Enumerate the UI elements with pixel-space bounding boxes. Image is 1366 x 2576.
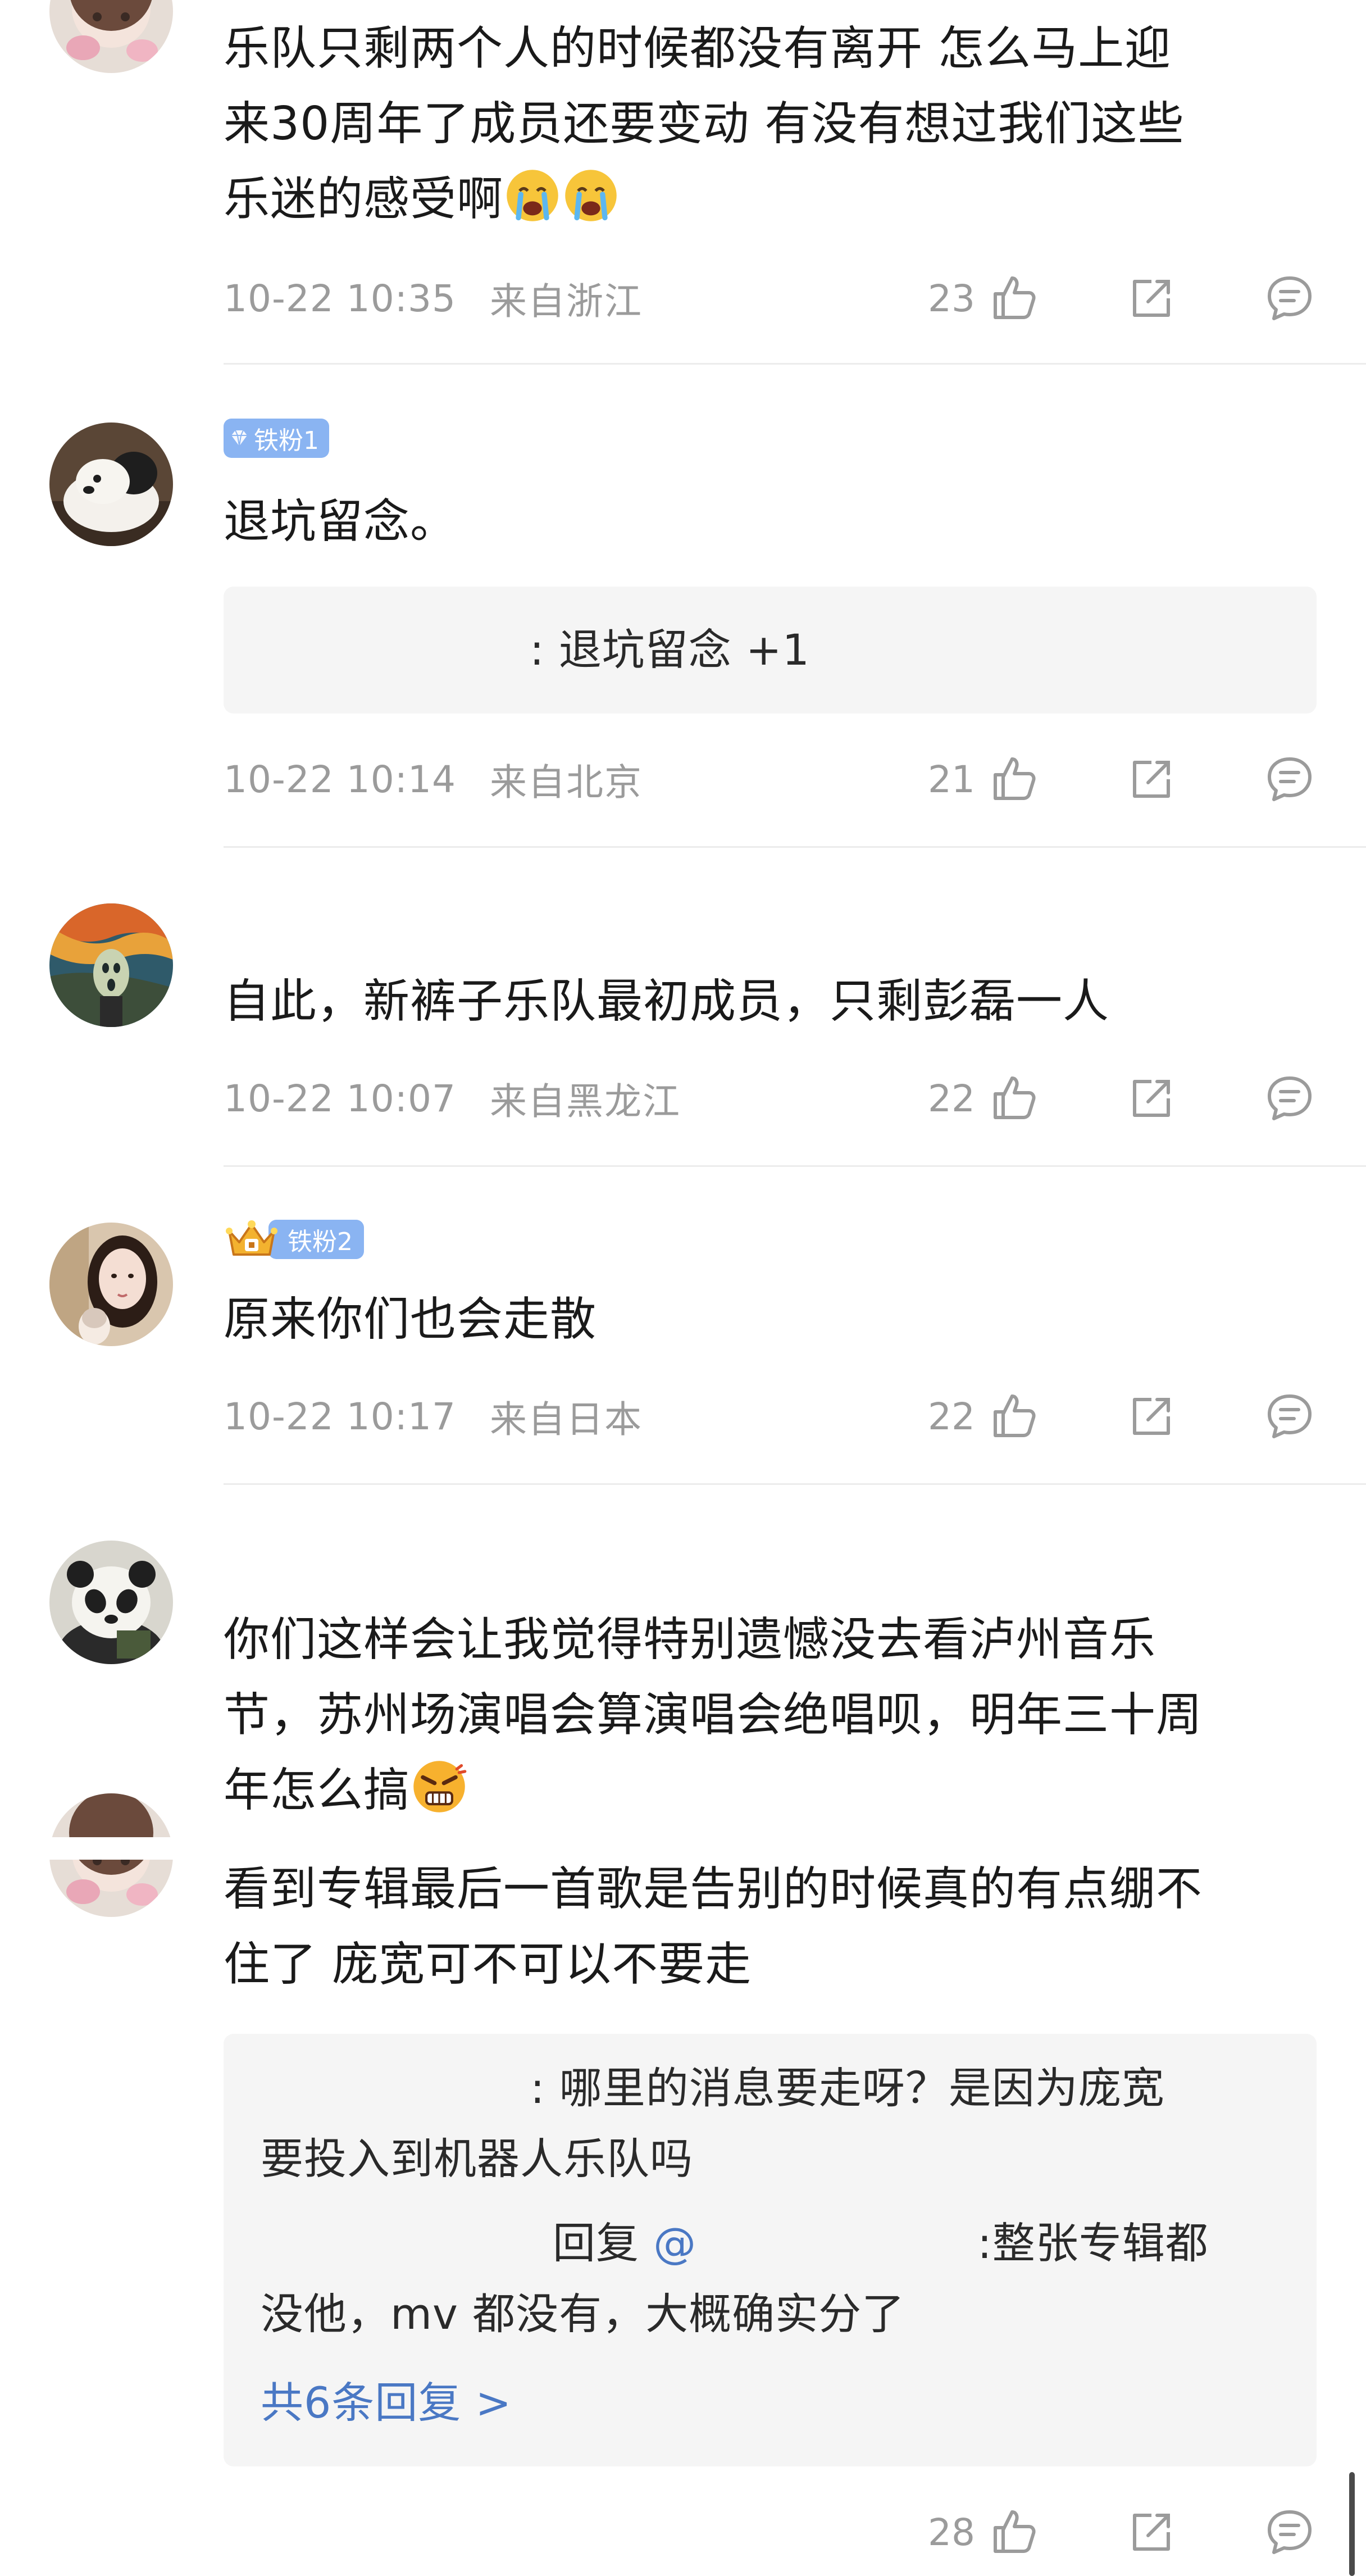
like-count: 21 [928,757,975,801]
like-button[interactable]: 22 [928,1071,1040,1125]
crying-face-icon [562,166,620,225]
comment-text: 乐队只剩两个人的时候都没有离开 怎么马上迎 来30周年了成员还要变动 有没有想过… [224,22,1185,226]
comment-icon[interactable] [1263,2505,1317,2559]
fan-badge-label: 铁粉2 [268,1220,364,1259]
like-count: 28 [928,2510,975,2554]
comment-icon[interactable] [1263,1071,1317,1125]
scrollbar[interactable] [1349,2472,1355,2576]
like-button[interactable]: 23 [928,271,1040,325]
like-count: 22 [928,1394,975,1438]
reply-text: : 退坑留念 +1 [530,625,810,675]
comment-text: 退坑留念。 [224,495,457,548]
comment-location: 来自浙江 [489,280,643,323]
comment-icon[interactable] [1263,752,1317,806]
comment-time: 10-22 10:17 [224,1394,456,1438]
comment-time: 10-22 10:35 [224,276,456,320]
avatar-woman[interactable] [49,1223,173,1346]
angry-face-icon [410,1757,468,1816]
fan-badge-label: 铁粉1 [254,426,319,455]
share-icon[interactable] [1124,271,1178,325]
comment-meta: 10-22 10:07 来自黑龙江 22 [224,1067,1317,1129]
like-button[interactable]: 21 [928,752,1040,806]
comment-location: 来自北京 [489,761,643,804]
reply-word: 回复 [553,2218,639,2268]
comment-time: 10-22 10:14 [224,757,456,801]
diamond-icon [228,427,251,449]
divider [224,363,1366,365]
comment-meta: 10-22 10:14 来自北京 21 [224,748,1317,810]
thumbs-up-icon [986,1071,1040,1125]
share-icon[interactable] [1124,1071,1178,1125]
divider [224,1165,1366,1167]
comment-icon[interactable] [1263,271,1317,325]
mention-link[interactable]: @ [653,2218,696,2268]
like-button[interactable]: 22 [928,1389,1040,1443]
more-replies-link[interactable]: 共6条回复 > [261,2368,512,2438]
thumbs-up-icon [986,271,1040,325]
reply-item-1[interactable]: : 哪里的消息要走呀？是因为庞宽 要投入到机器人乐队吗 [261,2053,1165,2195]
like-count: 23 [928,276,975,320]
comment-location: 来自黑龙江 [489,1080,681,1123]
comment-text: 看到专辑最后一首歌是告别的时候真的有点绷不 住了 庞宽可不可以不要走 [224,1862,1203,1991]
crying-face-icon [503,166,562,225]
comment-text: 自此，新裤子乐队最初成员，只剩彭磊一人 [224,975,1110,1028]
thumbs-up-icon [986,1389,1040,1443]
comment-text: 你们这样会让我觉得特别遗憾没去看泸州音乐 节，苏州场演唱会算演唱会绝唱呗，明年三… [224,1613,1203,1817]
share-icon[interactable] [1124,752,1178,806]
comment-meta: 10-22 10:17 来自日本 22 [224,1385,1317,1447]
comment-meta: 28 [224,2501,1317,2563]
reply-preview-box[interactable]: : 退坑留念 +1 [224,587,1317,714]
thumbs-up-icon [986,2505,1040,2559]
share-icon[interactable] [1124,2505,1178,2559]
thumbs-up-icon [986,752,1040,806]
crown-icon [224,1214,280,1265]
like-count: 22 [928,1076,975,1120]
avatar-doll[interactable] [49,0,173,73]
divider [224,846,1366,848]
avatar-panda[interactable] [49,1541,173,1664]
comment-meta: 10-22 10:35 来自浙江 23 [224,267,1317,329]
like-button[interactable]: 28 [928,2505,1040,2559]
fan-badge: 铁粉2 [224,1219,364,1260]
comment-author-row: 铁粉1 [224,416,329,461]
comment-time: 10-22 10:07 [224,1076,456,1120]
share-icon[interactable] [1124,1389,1178,1443]
reply-item-2[interactable]: 回复 @:整张专辑都 没他，mv 都没有，大概确实分了 [261,2208,1209,2350]
comment-location: 来自日本 [489,1398,643,1441]
reply-preview-box[interactable]: : 哪里的消息要走呀？是因为庞宽 要投入到机器人乐队吗 回复 @:整张专辑都 没… [224,2034,1317,2466]
avatar-dog[interactable] [49,422,173,546]
avatar-scream-painting[interactable] [49,903,173,1027]
divider [224,1483,1366,1485]
comment-author-row: 铁粉2 [224,1217,364,1262]
comment-icon[interactable] [1263,1389,1317,1443]
comment-text: 原来你们也会走散 [224,1293,597,1346]
fan-badge: 铁粉1 [224,419,329,458]
